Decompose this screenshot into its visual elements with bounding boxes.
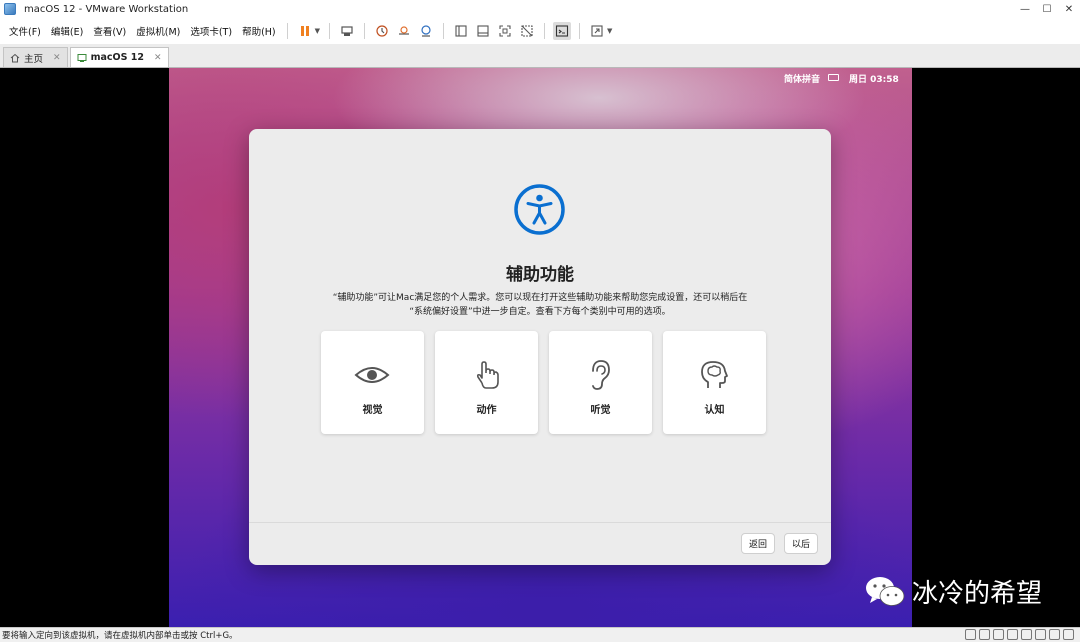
ear-icon bbox=[592, 360, 610, 390]
snapshot-manager-icon[interactable] bbox=[417, 22, 435, 40]
watermark-text: 冰冷的希望 bbox=[912, 579, 1043, 609]
message-log-icon[interactable] bbox=[1063, 629, 1074, 640]
macos-desktop[interactable]: 简体拼音 周日 03:58 辅助功能 “辅助功能”可让Mac满足您的个人需求。您… bbox=[169, 68, 912, 627]
accessibility-icon bbox=[514, 184, 565, 235]
toolbar-separator bbox=[544, 23, 546, 39]
input-method-label[interactable]: 简体拼音 bbox=[784, 72, 820, 85]
category-label: 视觉 bbox=[362, 405, 383, 416]
menu-edit[interactable]: 编辑(E) bbox=[46, 24, 88, 38]
description-line: “系统偏好设置”中进一步自定。查看下方每个类别中可用的选项。 bbox=[409, 307, 671, 317]
close-tab-icon[interactable]: ✕ bbox=[53, 53, 61, 63]
status-hint: 要将输入定向到该虚拟机，请在虚拟机内部单击或按 Ctrl+G。 bbox=[2, 631, 238, 641]
title-bar: macOS 12 - VMware Workstation — ☐ ✕ bbox=[0, 0, 1080, 18]
keyboard-icon bbox=[828, 74, 839, 81]
toolbar-separator bbox=[329, 23, 331, 39]
category-card-vision[interactable]: 视觉 bbox=[321, 331, 424, 434]
suspend-icon[interactable] bbox=[296, 22, 314, 40]
display-icon[interactable] bbox=[1049, 629, 1060, 640]
tab-label: macOS 12 bbox=[90, 52, 144, 63]
close-tab-icon[interactable]: ✕ bbox=[154, 53, 162, 63]
hand-pointer-icon bbox=[476, 361, 499, 389]
menu-file[interactable]: 文件(F) bbox=[4, 24, 46, 38]
category-card-cognitive[interactable]: 认知 bbox=[663, 331, 766, 434]
device-status-icons bbox=[965, 629, 1074, 640]
menu-tabs[interactable]: 选项卡(T) bbox=[185, 24, 237, 38]
back-button[interactable]: 返回 bbox=[741, 533, 776, 554]
tab-macos-12[interactable]: macOS 12 ✕ bbox=[69, 47, 169, 67]
toolbar-separator bbox=[286, 23, 288, 39]
sound-card-icon[interactable] bbox=[1021, 629, 1032, 640]
description-line: “辅助功能”可让Mac满足您的个人需求。您可以现在打开这些辅助功能来帮助您完成设… bbox=[332, 293, 748, 303]
dialog-title: 辅助功能 bbox=[506, 265, 574, 285]
cd-dvd-icon[interactable] bbox=[979, 629, 990, 640]
dialog-description: “辅助功能”可让Mac满足您的个人需求。您可以现在打开这些辅助功能来帮助您完成设… bbox=[299, 291, 781, 319]
revert-snapshot-icon[interactable] bbox=[395, 22, 413, 40]
category-label: 听觉 bbox=[590, 405, 611, 416]
tab-bar: 主页 ✕ macOS 12 ✕ bbox=[0, 44, 1080, 68]
tab-home[interactable]: 主页 ✕ bbox=[3, 47, 68, 67]
accessibility-dialog: 辅助功能 “辅助功能”可让Mac满足您的个人需求。您可以现在打开这些辅助功能来帮… bbox=[249, 129, 831, 565]
menu-clock[interactable]: 周日 03:58 bbox=[849, 72, 899, 85]
power-dropdown-icon[interactable]: ▼ bbox=[315, 27, 320, 35]
show-library-icon[interactable] bbox=[452, 22, 470, 40]
later-button[interactable]: 以后 bbox=[784, 533, 819, 554]
network-adapter-icon[interactable] bbox=[993, 629, 1004, 640]
eye-icon bbox=[354, 367, 390, 383]
watermark: 冰冷的希望 bbox=[864, 573, 1042, 610]
tab-label: 主页 bbox=[24, 53, 44, 65]
toolbar-separator bbox=[443, 23, 445, 39]
hard-disk-icon[interactable] bbox=[965, 629, 976, 640]
thumbnail-bar-icon[interactable] bbox=[474, 22, 492, 40]
vmware-app-icon bbox=[4, 3, 16, 15]
stretch-guest-icon[interactable] bbox=[588, 22, 606, 40]
minimize-button[interactable]: — bbox=[1014, 0, 1036, 18]
category-label: 认知 bbox=[704, 405, 725, 416]
status-bar: 要将输入定向到该虚拟机，请在虚拟机内部单击或按 Ctrl+G。 bbox=[0, 627, 1080, 642]
maximize-button[interactable]: ☐ bbox=[1036, 0, 1058, 18]
menu-vm[interactable]: 虚拟机(M) bbox=[131, 24, 185, 38]
menu-help[interactable]: 帮助(H) bbox=[237, 24, 281, 38]
vm-icon bbox=[77, 53, 87, 62]
dialog-footer: 返回 以后 bbox=[249, 522, 831, 565]
usb-controller-icon[interactable] bbox=[1007, 629, 1018, 640]
home-icon bbox=[10, 53, 20, 62]
close-window-button[interactable]: ✕ bbox=[1058, 0, 1080, 18]
category-label: 动作 bbox=[476, 405, 497, 416]
full-screen-icon[interactable] bbox=[496, 22, 514, 40]
snapshot-icon[interactable] bbox=[373, 22, 391, 40]
wechat-icon bbox=[866, 576, 905, 606]
toolbar-separator bbox=[579, 23, 581, 39]
menu-view[interactable]: 查看(V) bbox=[88, 24, 131, 38]
vm-console[interactable]: 简体拼音 周日 03:58 辅助功能 “辅助功能”可让Mac满足您的个人需求。您… bbox=[0, 68, 1080, 627]
window-controls: — ☐ ✕ bbox=[1014, 0, 1080, 18]
window-title: macOS 12 - VMware Workstation bbox=[24, 3, 189, 15]
toolbar-separator bbox=[364, 23, 366, 39]
unity-mode-icon[interactable] bbox=[518, 22, 536, 40]
printer-icon[interactable] bbox=[1035, 629, 1046, 640]
send-ctrl-alt-del-icon[interactable] bbox=[338, 22, 356, 40]
category-card-motor[interactable]: 动作 bbox=[435, 331, 538, 434]
menu-bar: 文件(F) 编辑(E) 查看(V) 虚拟机(M) 选项卡(T) 帮助(H) ▼ … bbox=[0, 18, 1080, 44]
view-dropdown-icon[interactable]: ▼ bbox=[607, 27, 612, 35]
category-card-hearing[interactable]: 听觉 bbox=[549, 331, 652, 434]
head-brain-icon bbox=[701, 361, 728, 388]
console-view-icon[interactable] bbox=[553, 22, 572, 40]
